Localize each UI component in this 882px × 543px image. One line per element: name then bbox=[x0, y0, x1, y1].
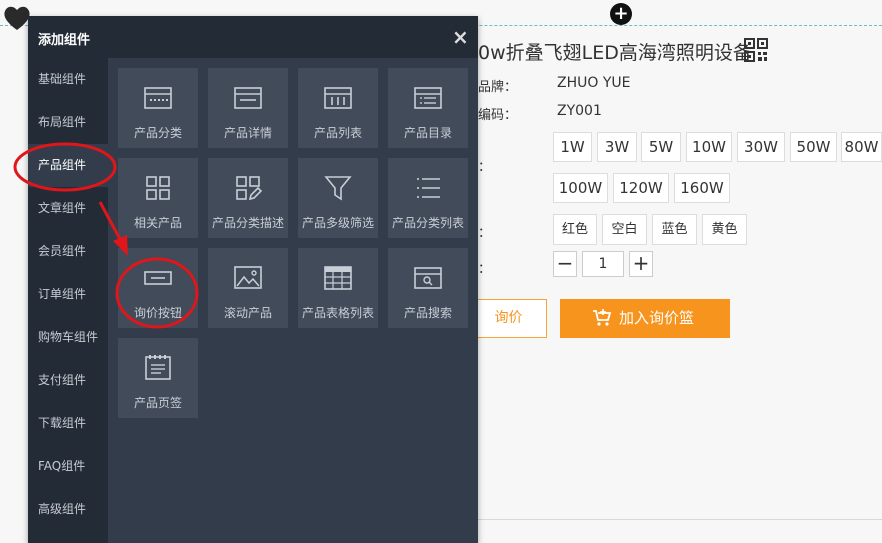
power-option[interactable]: 100W bbox=[553, 173, 608, 203]
tile-multilevel-filter[interactable]: 产品多级筛选 bbox=[298, 158, 378, 238]
detail-icon bbox=[234, 87, 262, 109]
power-option[interactable]: 3W bbox=[597, 132, 637, 162]
power-option[interactable]: 120W bbox=[613, 173, 669, 203]
search-box-icon bbox=[414, 267, 442, 289]
page-tab-icon bbox=[145, 355, 171, 380]
code-value: ZY001 bbox=[557, 103, 602, 119]
quantity-input[interactable]: 1 bbox=[582, 251, 624, 277]
tile-label: 产品表格列表 bbox=[301, 306, 374, 320]
color-option[interactable]: 红色 bbox=[553, 214, 597, 245]
bullet-list-icon bbox=[417, 178, 440, 198]
grid-edit-icon bbox=[236, 176, 263, 201]
tile-inquiry-button[interactable]: 询价按钮 bbox=[118, 248, 198, 328]
brand-value: ZHUO YUE bbox=[557, 75, 631, 91]
color-label: ： bbox=[478, 226, 492, 241]
tile-product-category[interactable]: 产品分类 bbox=[118, 68, 198, 148]
tile-product-table-list[interactable]: 产品表格列表 bbox=[298, 248, 378, 328]
power-option[interactable]: 160W bbox=[674, 173, 730, 203]
brand-label: 品牌： bbox=[478, 80, 518, 95]
tile-product-detail[interactable]: 产品详情 bbox=[208, 68, 288, 148]
image-icon bbox=[234, 266, 262, 289]
quantity-increase-button[interactable]: + bbox=[629, 251, 653, 277]
category-item-order[interactable]: 订单组件 bbox=[28, 273, 108, 316]
tile-category-description[interactable]: 产品分类描述 bbox=[208, 158, 288, 238]
color-option[interactable]: 空白 bbox=[602, 214, 647, 245]
power-option[interactable]: 80W bbox=[841, 132, 882, 162]
tile-label: 滚动产品 bbox=[223, 306, 272, 320]
tile-label: 产品页签 bbox=[133, 396, 182, 410]
tile-product-search[interactable]: 产品搜索 bbox=[388, 248, 468, 328]
power-option[interactable]: 1W bbox=[553, 132, 592, 162]
tile-label: 相关产品 bbox=[133, 216, 182, 230]
quantity-decrease-button[interactable]: − bbox=[553, 251, 577, 277]
quantity-label: ： bbox=[478, 262, 492, 277]
table-icon bbox=[324, 266, 352, 290]
color-option[interactable]: 黄色 bbox=[702, 214, 747, 245]
tile-label: 产品分类描述 bbox=[211, 216, 284, 230]
panel-title: 添加组件 bbox=[38, 33, 91, 48]
tile-label: 产品分类 bbox=[133, 126, 182, 140]
filter-icon bbox=[324, 176, 352, 201]
power-option[interactable]: 5W bbox=[641, 132, 681, 162]
code-label: 编码： bbox=[478, 108, 518, 123]
tile-label: 产品搜索 bbox=[403, 306, 452, 320]
tile-product-list[interactable]: 产品列表 bbox=[298, 68, 378, 148]
tile-product-catalog[interactable]: 产品目录 bbox=[388, 68, 468, 148]
category-item-faq[interactable]: FAQ组件 bbox=[28, 445, 108, 488]
grid-icon bbox=[146, 176, 170, 200]
category-item-download[interactable]: 下载组件 bbox=[28, 402, 108, 445]
power-label: ： bbox=[478, 160, 492, 175]
tile-category-list[interactable]: 产品分类列表 bbox=[388, 158, 468, 238]
add-to-inquiry-basket-button[interactable]: 加入询价篮 bbox=[560, 299, 730, 338]
qr-code-icon[interactable] bbox=[744, 38, 768, 62]
category-icon bbox=[144, 87, 172, 109]
panel-header: 添加组件 × bbox=[28, 16, 478, 58]
tile-related-products[interactable]: 相关产品 bbox=[118, 158, 198, 238]
category-item-advanced[interactable]: 高级组件 bbox=[28, 488, 108, 531]
power-option[interactable]: 50W bbox=[790, 132, 837, 162]
tile-label: 产品分类列表 bbox=[391, 216, 464, 230]
category-item-article[interactable]: 文章组件 bbox=[28, 187, 108, 230]
product-title: 0w折叠飞翅LED高海湾照明设备 bbox=[478, 42, 752, 64]
color-option[interactable]: 蓝色 bbox=[652, 214, 697, 245]
add-component-panel: 添加组件 × 基础组件 布局组件 产品组件 文章组件 会员组件 订单组件 购物车… bbox=[28, 16, 478, 543]
category-item-cart[interactable]: 购物车组件 bbox=[28, 316, 108, 359]
category-item-member[interactable]: 会员组件 bbox=[28, 230, 108, 273]
tile-product-page-tab[interactable]: 产品页签 bbox=[118, 338, 198, 418]
tile-label: 产品多级筛选 bbox=[301, 216, 374, 230]
tile-label: 产品目录 bbox=[403, 126, 452, 140]
close-icon[interactable]: × bbox=[452, 25, 469, 49]
tile-label: 询价按钮 bbox=[133, 306, 182, 320]
tile-scrolling-products[interactable]: 滚动产品 bbox=[208, 248, 288, 328]
category-item-payment[interactable]: 支付组件 bbox=[28, 359, 108, 402]
button-icon bbox=[144, 271, 172, 285]
power-option[interactable]: 30W bbox=[737, 132, 785, 162]
add-section-button[interactable]: + bbox=[610, 3, 632, 25]
inquiry-button[interactable]: 询价 bbox=[470, 299, 547, 338]
category-item-layout[interactable]: 布局组件 bbox=[28, 101, 108, 144]
category-item-product[interactable]: 产品组件 bbox=[28, 144, 108, 187]
cart-button-label: 加入询价篮 bbox=[619, 309, 695, 327]
tile-label: 产品列表 bbox=[313, 126, 362, 140]
catalog-icon bbox=[414, 87, 442, 109]
power-option[interactable]: 10W bbox=[686, 132, 732, 162]
tile-label: 产品详情 bbox=[223, 126, 272, 140]
category-list: 基础组件 布局组件 产品组件 文章组件 会员组件 订单组件 购物车组件 支付组件… bbox=[28, 58, 108, 543]
category-item-basic[interactable]: 基础组件 bbox=[28, 58, 108, 101]
list-icon bbox=[324, 87, 352, 109]
cart-icon bbox=[593, 309, 612, 326]
